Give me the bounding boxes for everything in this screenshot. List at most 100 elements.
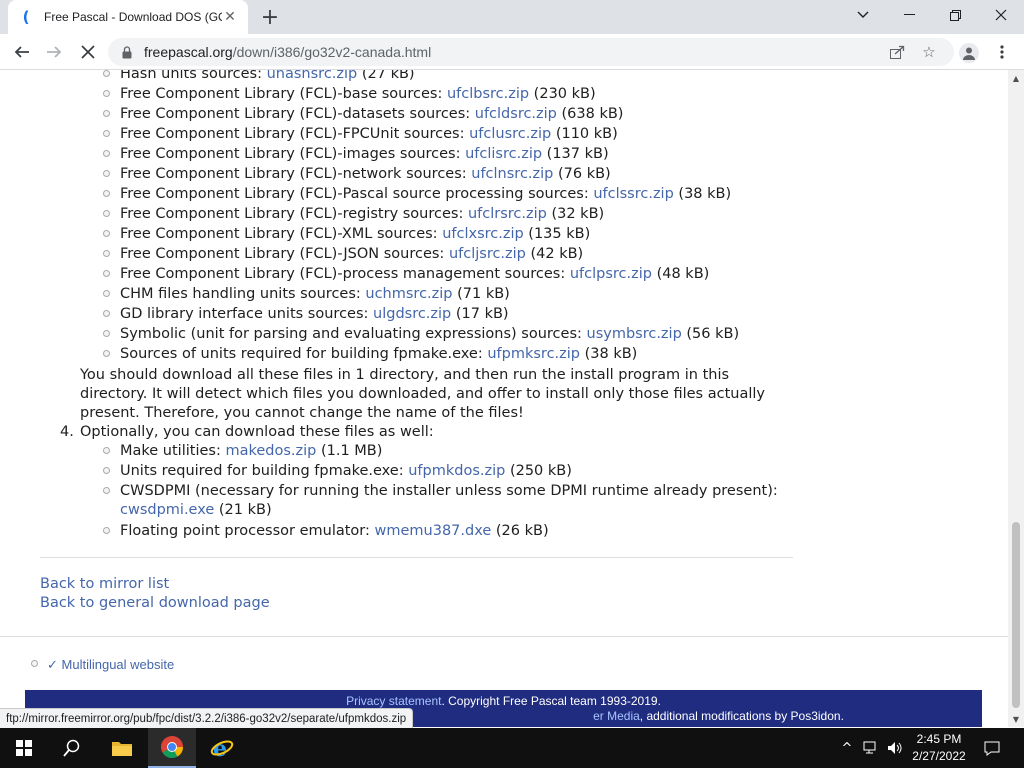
clock-time: 2:45 PM — [916, 732, 962, 746]
download-link[interactable]: ufcljsrc.zip — [449, 246, 526, 262]
list-item: Sources of units required for building f… — [120, 346, 638, 362]
bullet-icon — [103, 447, 110, 454]
download-link[interactable]: ufclnsrc.zip — [471, 166, 553, 182]
volume-icon[interactable] — [884, 728, 906, 768]
download-link[interactable]: usymbsrc.zip — [587, 326, 682, 342]
list-item-continuation: cwsdpmi.exe (21 kB) — [120, 502, 272, 518]
back-to-mirror-list-link[interactable]: Back to mirror list — [40, 576, 169, 592]
star-bookmark-icon[interactable]: ☆ — [920, 43, 938, 61]
nav-links: Back to mirror list — [40, 575, 169, 594]
vertical-scrollbar[interactable]: ▲ ▼ — [1008, 70, 1024, 727]
download-link[interactable]: ulgdsrc.zip — [373, 306, 451, 322]
download-link[interactable]: ufclbsrc.zip — [447, 86, 529, 102]
list-item: Free Component Library (FCL)-process man… — [120, 266, 710, 282]
svg-text:e: e — [213, 736, 227, 760]
tab-strip: ( Free Pascal - Download DOS (GO32v2) ✕ … — [0, 0, 1024, 34]
download-link[interactable]: ufclssrc.zip — [593, 186, 673, 202]
download-link[interactable]: uchmsrc.zip — [365, 286, 452, 302]
file-explorer-button[interactable] — [98, 728, 146, 768]
bullet-icon — [103, 130, 110, 137]
share-icon[interactable] — [888, 43, 906, 61]
bullet-icon — [103, 150, 110, 157]
internet-explorer-button[interactable]: e — [198, 728, 246, 768]
clock-date: 2/27/2022 — [912, 749, 966, 763]
chrome-icon — [161, 736, 183, 758]
makedos-link[interactable]: makedos.zip — [225, 443, 316, 459]
scroll-up-arrow-icon[interactable]: ▲ — [1008, 70, 1024, 86]
bullet-icon — [103, 230, 110, 237]
bullet-icon — [31, 660, 38, 667]
list-item: Free Component Library (FCL)-images sour… — [120, 146, 609, 162]
list-item: Hash units sources: uhashsrc.zip (27 kB) — [120, 70, 415, 84]
bullet-icon — [103, 250, 110, 257]
back-button[interactable] — [8, 38, 36, 66]
list-item: Make utilities: makedos.zip (1.1 MB) — [120, 443, 383, 459]
list-item: Floating point processor emulator: wmemu… — [120, 523, 549, 539]
list-item: Free Component Library (FCL)-registry so… — [120, 206, 605, 222]
taskbar-clock[interactable]: 2:45 PM 2/27/2022 — [906, 731, 972, 765]
chevron-down-icon — [857, 11, 869, 18]
profile-avatar-icon[interactable] — [959, 43, 979, 63]
download-link[interactable]: ufclxsrc.zip — [442, 226, 524, 242]
arrow-right-icon — [47, 46, 62, 58]
ufpmkdos-link[interactable]: ufpmkdos.zip — [408, 463, 505, 479]
footer-line-1: Privacy statement. Copyright Free Pascal… — [346, 694, 661, 708]
address-bar[interactable]: freepascal.org/down/i386/go32v2-canada.h… — [108, 38, 954, 66]
show-hidden-icons-chevron-icon[interactable]: ^ — [836, 728, 858, 768]
tab-title: Free Pascal - Download DOS (GO32v2) — [44, 10, 222, 24]
paragraph-line: You should download all these files in 1… — [80, 367, 730, 383]
close-icon — [995, 9, 1007, 21]
download-link[interactable]: ufpmksrc.zip — [487, 346, 580, 362]
list-item: Free Component Library (FCL)-FPCUnit sou… — [120, 126, 618, 142]
forward-button[interactable] — [40, 38, 68, 66]
bullet-icon — [103, 527, 110, 534]
notifications-icon[interactable] — [980, 728, 1004, 768]
download-link[interactable]: uhashsrc.zip — [267, 70, 358, 82]
list-item: CHM files handling units sources: uchmsr… — [120, 286, 510, 302]
search-button[interactable] — [48, 728, 96, 768]
nav-links: Back to general download page — [40, 594, 270, 613]
bullet-icon — [103, 350, 110, 357]
paragraph-line: present. Therefore, you cannot change th… — [80, 405, 524, 421]
bullet-icon — [103, 270, 110, 277]
scrollbar-thumb[interactable] — [1012, 522, 1020, 708]
stop-loading-button[interactable] — [74, 38, 102, 66]
network-icon[interactable] — [860, 728, 882, 768]
tab-search-button[interactable] — [840, 0, 886, 30]
cwsdpmi-link[interactable]: cwsdpmi.exe — [120, 502, 214, 518]
minimize-icon — [903, 14, 915, 15]
browser-tab[interactable]: ( Free Pascal - Download DOS (GO32v2) ✕ — [8, 0, 248, 34]
list-item: Free Component Library (FCL)-XML sources… — [120, 226, 591, 242]
new-tab-button[interactable]: + — [258, 5, 282, 30]
privacy-statement-link[interactable]: Privacy statement — [346, 694, 441, 708]
lock-icon — [120, 45, 134, 59]
chrome-taskbar-button[interactable] — [148, 728, 196, 768]
download-link[interactable]: ufcldsrc.zip — [475, 106, 557, 122]
start-button[interactable] — [0, 728, 48, 768]
menu-button[interactable] — [988, 38, 1016, 66]
scroll-down-arrow-icon[interactable]: ▼ — [1008, 711, 1024, 727]
bullet-icon — [103, 90, 110, 97]
wmemu387-link[interactable]: wmemu387.dxe — [375, 523, 492, 539]
bullet-icon — [103, 70, 110, 77]
restore-button[interactable] — [932, 0, 978, 30]
list-item: Free Component Library (FCL)-base source… — [120, 86, 596, 102]
close-window-button[interactable] — [978, 0, 1024, 30]
folder-icon — [112, 742, 132, 756]
back-to-general-download-link[interactable]: Back to general download page — [40, 595, 270, 611]
section-divider — [0, 636, 1008, 637]
list-item: Free Component Library (FCL)-datasets so… — [120, 106, 624, 122]
footer-media-link[interactable]: er Media — [593, 709, 640, 723]
step-4-text: Optionally, you can download these files… — [80, 424, 434, 440]
download-link[interactable]: ufclusrc.zip — [469, 126, 551, 142]
download-link[interactable]: ufclpsrc.zip — [570, 266, 652, 282]
multilingual-link[interactable]: ✓ Multilingual website — [47, 655, 174, 674]
close-tab-icon[interactable]: ✕ — [222, 9, 238, 25]
list-item: Symbolic (unit for parsing and evaluatin… — [120, 326, 740, 342]
link-status-bubble: ftp://mirror.freemirror.org/pub/fpc/dist… — [0, 708, 414, 728]
horizontal-rule — [40, 557, 793, 558]
download-link[interactable]: ufclrsrc.zip — [468, 206, 547, 222]
bullet-icon — [103, 330, 110, 337]
minimize-button[interactable] — [886, 0, 932, 30]
download-link[interactable]: ufclisrc.zip — [465, 146, 542, 162]
